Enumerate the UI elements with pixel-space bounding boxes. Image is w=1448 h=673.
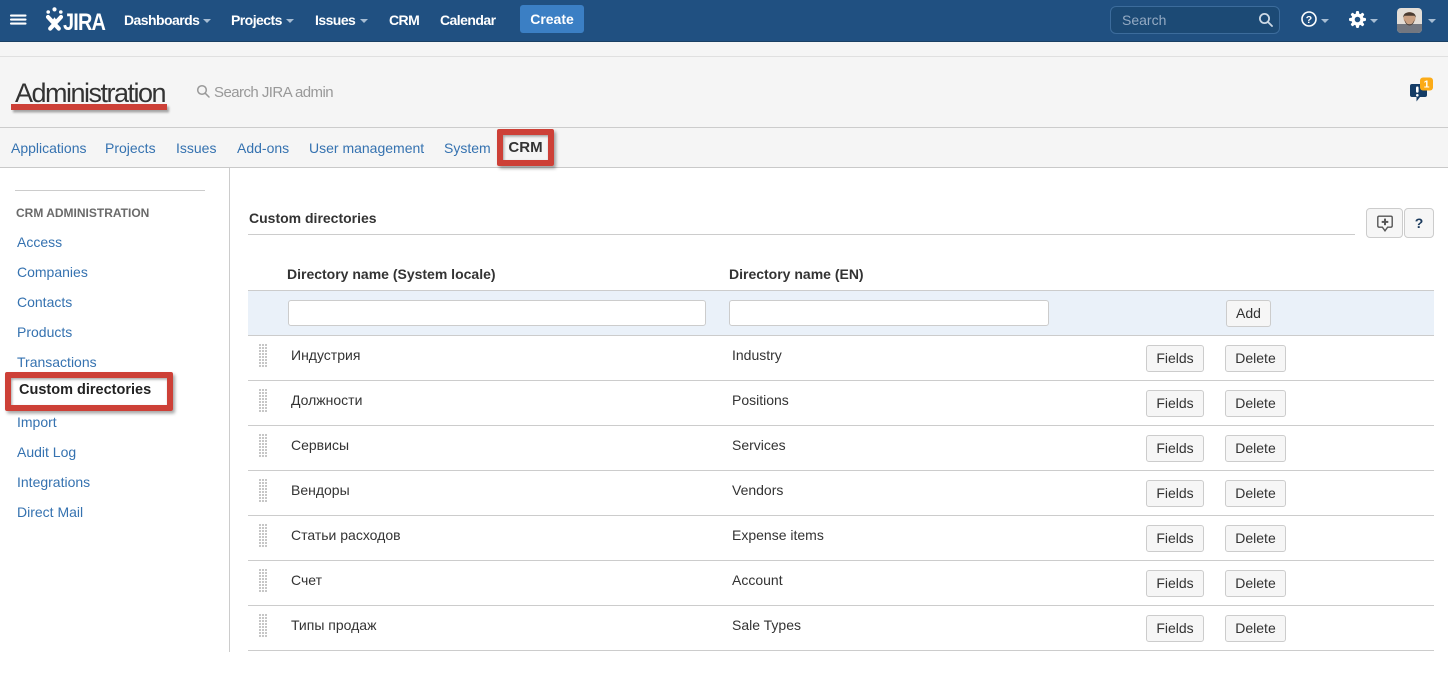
svg-text:?: ?	[1306, 14, 1312, 26]
svg-text:JIRA: JIRA	[63, 8, 106, 34]
svg-text:1: 1	[1424, 79, 1430, 91]
